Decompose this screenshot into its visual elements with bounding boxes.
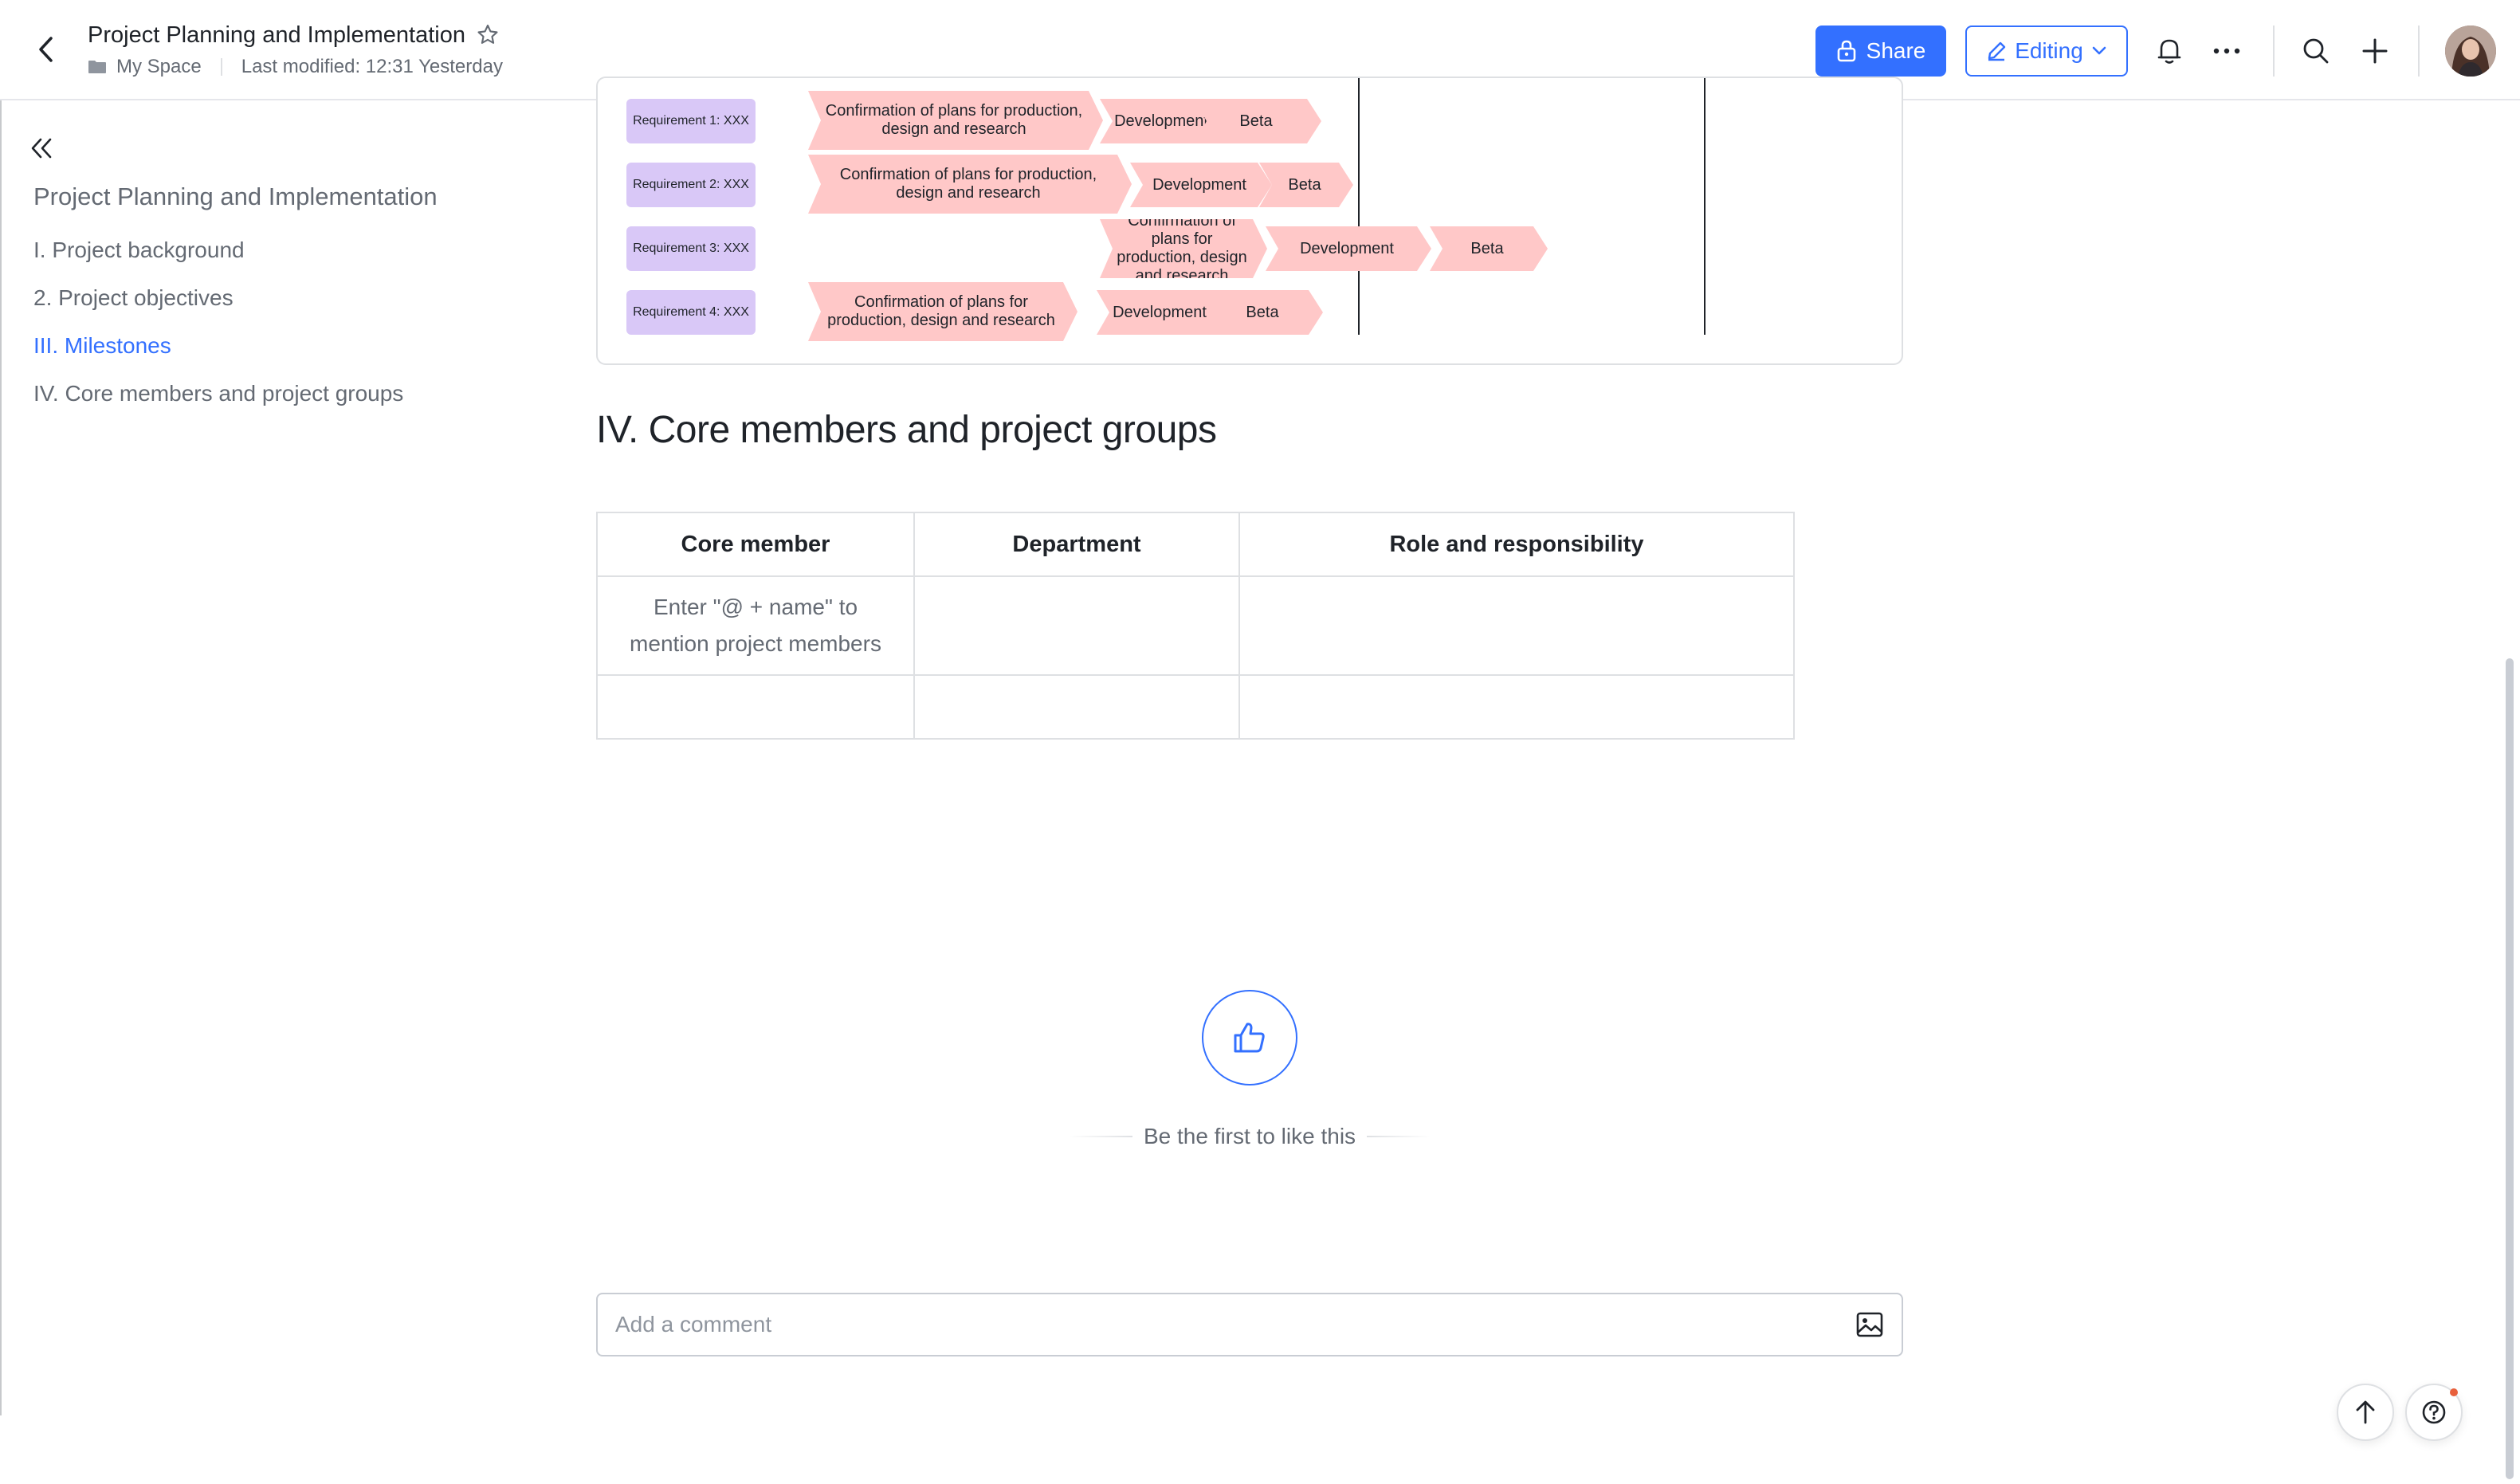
document-title[interactable]: Project Planning and Implementation: [88, 22, 465, 49]
core-members-table[interactable]: Core member Department Role and responsi…: [596, 512, 1795, 740]
avatar[interactable]: [2445, 26, 2496, 77]
table-cell[interactable]: [596, 674, 915, 740]
comment-box: [596, 1293, 1903, 1356]
requirement-tag: Requirement 1: XXX: [626, 99, 756, 143]
phase-planning: Confirmation of plans for production, de…: [808, 155, 1132, 214]
collapse-icon: [31, 138, 52, 159]
requirement-tag: Requirement 4: XXX: [626, 290, 756, 335]
notifications-button[interactable]: [2150, 32, 2188, 70]
table-cell[interactable]: [913, 575, 1240, 676]
table-cell[interactable]: [1238, 674, 1795, 740]
timeline-marker: [1704, 78, 1706, 335]
timeline-marker: [1358, 78, 1360, 335]
divider-line: [1367, 1136, 1431, 1137]
last-modified-text: Last modified: 12:31 Yesterday: [241, 56, 503, 77]
share-label: Share: [1866, 38, 1926, 63]
table-cell[interactable]: Enter "@ + name" to mention project memb…: [596, 575, 915, 676]
table-row: [596, 674, 1795, 740]
table-cell[interactable]: [1238, 575, 1795, 676]
editing-mode-button[interactable]: Editing: [1965, 26, 2128, 77]
search-icon: [2303, 38, 2329, 64]
phase-development: Development: [1130, 163, 1272, 207]
share-button[interactable]: Share: [1815, 26, 1946, 77]
like-prompt-text: Be the first to like this: [1143, 1124, 1356, 1148]
column-header-department[interactable]: Department: [913, 512, 1240, 577]
scrollbar-thumb[interactable]: [2506, 658, 2514, 1479]
like-button[interactable]: [1202, 990, 1297, 1086]
window-edge: [0, 100, 2, 1415]
location-link[interactable]: My Space: [116, 56, 202, 78]
phase-beta: Beta: [1205, 290, 1323, 335]
meta-divider: [220, 58, 222, 76]
header-divider: [2418, 26, 2420, 77]
table-cell[interactable]: [913, 674, 1240, 740]
plus-icon: [2362, 38, 2388, 64]
column-header-core-member[interactable]: Core member: [596, 512, 915, 577]
section-heading[interactable]: IV. Core members and project groups: [596, 408, 1217, 452]
phase-planning: Confirmation of plans for production, de…: [808, 282, 1077, 341]
create-button[interactable]: [2356, 32, 2394, 70]
user-photo: [2445, 26, 2496, 77]
back-arrow-icon: [39, 37, 53, 62]
chevron-down-icon: [2092, 46, 2106, 55]
thumbs-up-icon: [1234, 1023, 1265, 1053]
requirement-tag: Requirement 3: XXX: [626, 226, 756, 271]
pencil-icon: [1988, 41, 2006, 61]
comment-input[interactable]: [615, 1307, 1811, 1342]
outline-item-project-background[interactable]: I. Project background: [33, 226, 438, 274]
star-icon: [477, 24, 498, 44]
search-button[interactable]: [2297, 32, 2335, 70]
like-prompt: Be the first to like this: [1066, 1124, 1433, 1149]
collapse-outline-button[interactable]: [29, 135, 61, 167]
outline-title[interactable]: Project Planning and Implementation: [33, 179, 438, 226]
editing-label: Editing: [2015, 38, 2083, 63]
folder-icon: [88, 61, 106, 73]
help-button[interactable]: [2405, 1384, 2463, 1441]
phase-beta: Beta: [1194, 99, 1321, 143]
outline-item-milestones[interactable]: III. Milestones: [33, 322, 438, 370]
milestones-gantt-chart[interactable]: Requirement 1: XXX Confirmation of plans…: [596, 77, 1903, 365]
help-icon: [2422, 1400, 2446, 1424]
phase-development: Development: [1097, 290, 1226, 335]
requirement-tag: Requirement 2: XXX: [626, 163, 756, 207]
table-header-row: Core member Department Role and responsi…: [596, 512, 1795, 577]
outline-item-project-objectives[interactable]: 2. Project objectives: [33, 274, 438, 322]
more-icon: [2213, 48, 2240, 54]
favorite-button[interactable]: [475, 22, 507, 54]
gantt-body: Requirement 1: XXX Confirmation of plans…: [598, 78, 1902, 365]
bell-icon: [2157, 39, 2181, 64]
phase-planning: Confirmation of plans for production, de…: [808, 91, 1103, 150]
phase-development: Development: [1266, 226, 1431, 271]
insert-image-button[interactable]: [1855, 1310, 1887, 1342]
phase-beta: Beta: [1259, 163, 1353, 207]
notification-dot: [2450, 1388, 2458, 1396]
lock-icon: [1837, 40, 1855, 62]
more-options-button[interactable]: [2208, 32, 2246, 70]
arrow-up-icon: [2356, 1400, 2375, 1424]
column-header-role[interactable]: Role and responsibility: [1238, 512, 1795, 577]
divider-line: [1068, 1136, 1132, 1137]
table-row: Enter "@ + name" to mention project memb…: [596, 575, 1795, 676]
document-meta: My Space Last modified: 12:31 Yesterday: [88, 56, 503, 78]
document-outline: Project Planning and Implementation I. P…: [33, 179, 438, 418]
image-icon: [1856, 1312, 1883, 1337]
back-to-top-button[interactable]: [2337, 1384, 2394, 1441]
outline-item-core-members[interactable]: IV. Core members and project groups: [33, 370, 438, 418]
phase-planning: Confirmation of plans for production, de…: [1100, 219, 1267, 278]
back-button[interactable]: [29, 32, 64, 67]
phase-beta: Beta: [1430, 226, 1548, 271]
header-divider: [2273, 26, 2275, 77]
